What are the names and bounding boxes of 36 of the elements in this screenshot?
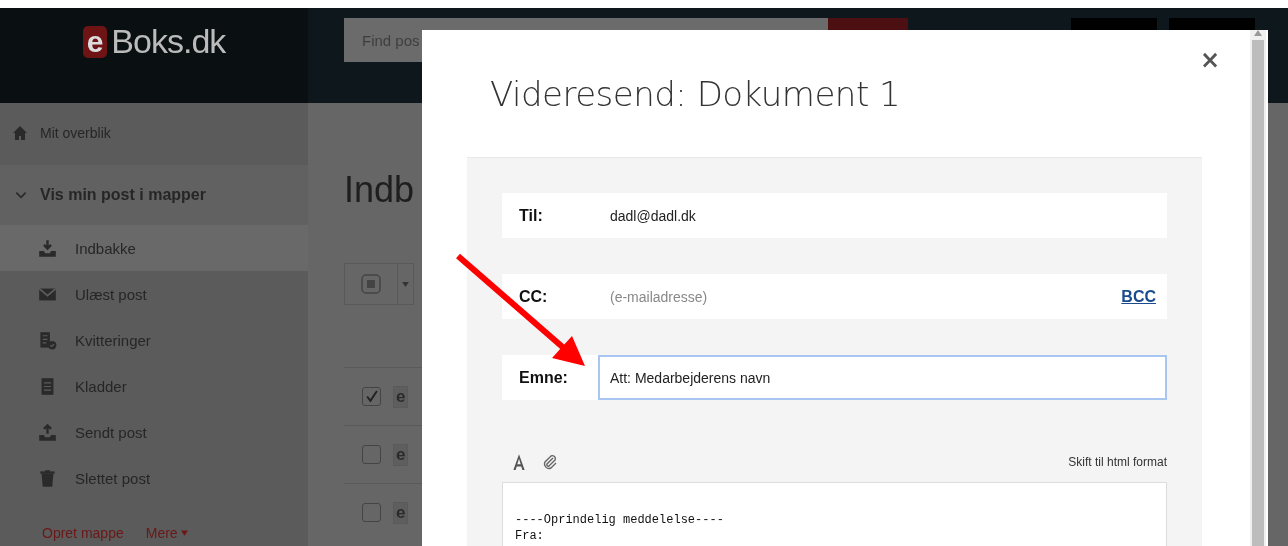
scroll-up-icon <box>1254 30 1262 36</box>
scrollbar[interactable] <box>1250 30 1266 546</box>
field-label: Emne: <box>502 355 598 400</box>
input-field[interactable]: (e-mailadresse) <box>598 274 1122 319</box>
format-link[interactable]: Skift til html format <box>1068 455 1167 469</box>
row-checkbox[interactable] <box>362 387 381 406</box>
checkbox-icon <box>361 274 381 294</box>
message-body[interactable]: ----Oprindelig meddelelse---- Fra: <box>502 482 1167 546</box>
field-label: CC: <box>502 274 598 319</box>
input-field[interactable]: Att: Medarbejderens navn <box>598 355 1167 400</box>
page-title: Indb <box>344 169 415 212</box>
folder-section-header[interactable]: Vis min post i mapper <box>0 165 308 225</box>
sidebar-link[interactable]: Opret mappe <box>42 525 124 541</box>
logo-text: Boks.dk <box>111 22 226 61</box>
tray-download-icon <box>38 238 57 258</box>
field-label: Til: <box>502 193 598 238</box>
close-button[interactable]: × <box>1199 46 1220 74</box>
select-dropdown-button[interactable] <box>344 263 414 305</box>
checkmark-icon <box>365 390 378 403</box>
input-field[interactable]: dadl@dadl.dk <box>598 193 1167 238</box>
sidebar-item[interactable]: Indbakke <box>0 225 308 271</box>
row-checkbox[interactable] <box>362 503 381 522</box>
receipt-check-icon <box>38 330 57 350</box>
dialog-title: Videresend: Dokument 1 <box>490 76 901 116</box>
row-checkbox[interactable] <box>362 445 381 464</box>
logo[interactable]: e Boks.dk <box>82 22 226 61</box>
sidebar-link[interactable]: Mere <box>145 525 188 541</box>
trash-icon <box>38 468 57 488</box>
tray-upload-icon <box>38 422 57 442</box>
bcc-link[interactable]: BCC <box>1121 274 1167 319</box>
caret-icon <box>402 281 409 287</box>
home-icon <box>12 125 28 141</box>
logo-mark: e <box>82 25 108 58</box>
caret-icon <box>180 530 188 536</box>
section-label: Vis min post i mapper <box>40 186 206 204</box>
paperclip-icon <box>542 454 558 470</box>
